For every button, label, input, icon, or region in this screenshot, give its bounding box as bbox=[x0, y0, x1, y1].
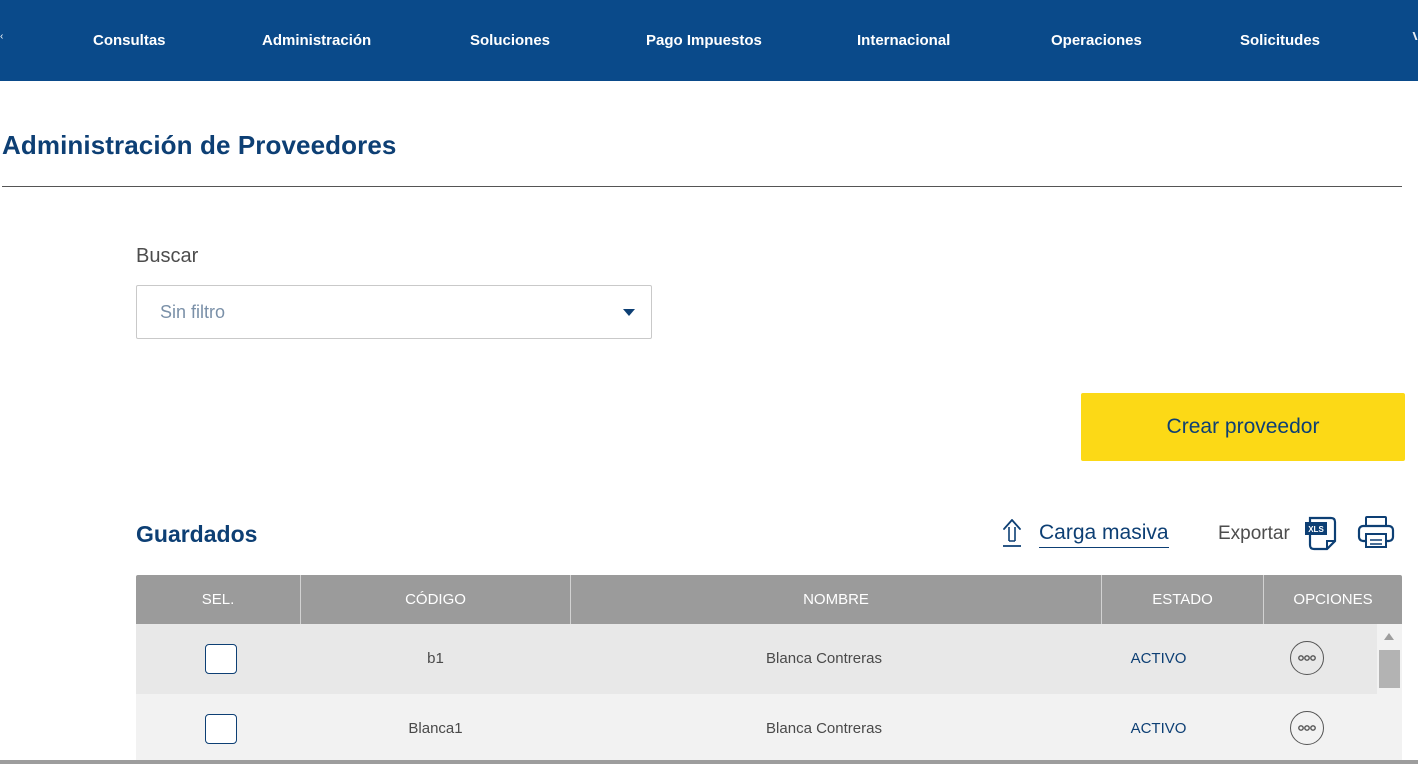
row-name: Blanca Contreras bbox=[766, 650, 882, 667]
saved-section-title: Guardados bbox=[136, 521, 258, 547]
nav-item-consultas[interactable]: Consultas bbox=[93, 30, 166, 52]
nav-item-pago-impuestos[interactable]: Pago Impuestos bbox=[646, 30, 762, 52]
scroll-up-arrow-icon[interactable] bbox=[1384, 633, 1394, 640]
row-status: ACTIVO bbox=[1130, 650, 1187, 667]
row-select-checkbox[interactable] bbox=[205, 714, 237, 744]
search-label: Buscar bbox=[136, 245, 199, 267]
more-options-icon bbox=[1298, 725, 1316, 731]
more-options-button[interactable] bbox=[1290, 641, 1324, 675]
chevron-down-icon bbox=[623, 309, 635, 316]
row-name: Blanca Contreras bbox=[766, 720, 882, 737]
scrollbar-thumb[interactable] bbox=[1379, 650, 1400, 688]
upload-arrow-icon[interactable] bbox=[1000, 517, 1024, 549]
nav-item-soluciones[interactable]: Soluciones bbox=[470, 30, 550, 52]
row-status: ACTIVO bbox=[1130, 720, 1187, 737]
row-code: Blanca1 bbox=[408, 720, 463, 737]
nav-scroll-right-icon[interactable] bbox=[1412, 32, 1418, 40]
more-options-button[interactable] bbox=[1290, 711, 1324, 745]
column-header-status: ESTADO bbox=[1152, 591, 1213, 608]
nav-item-operaciones[interactable]: Operaciones bbox=[1051, 30, 1142, 52]
column-header-name: NOMBRE bbox=[803, 591, 869, 608]
more-options-icon bbox=[1298, 655, 1316, 661]
nav-item-administracion[interactable]: Administración bbox=[262, 30, 371, 52]
xls-text: XLS bbox=[1308, 525, 1324, 534]
row-select-checkbox[interactable] bbox=[205, 644, 237, 674]
top-navigation: ‹ Consultas Administración Soluciones Pa… bbox=[0, 0, 1418, 81]
nav-item-solicitudes[interactable]: Solicitudes bbox=[1240, 30, 1320, 52]
column-header-options: OPCIONES bbox=[1293, 591, 1373, 608]
column-header-sel: SEL. bbox=[201, 591, 235, 608]
nav-item-internacional[interactable]: Internacional bbox=[857, 30, 950, 52]
create-supplier-button[interactable]: Crear proveedor bbox=[1081, 393, 1405, 461]
export-label: Exportar bbox=[1218, 523, 1290, 544]
window-bottom-edge bbox=[0, 760, 1418, 764]
nav-scroll-left-icon[interactable]: ‹ bbox=[0, 32, 3, 42]
page-title: Administración de Proveedores bbox=[2, 130, 397, 160]
table-header: SEL. CÓDIGO NOMBRE ESTADO OPCIONES bbox=[136, 575, 1402, 624]
search-filter-value: Sin filtro bbox=[160, 302, 226, 322]
search-filter-select[interactable]: Sin filtro bbox=[136, 285, 652, 339]
xls-file-icon[interactable]: XLS bbox=[1304, 515, 1338, 551]
table-row[interactable]: Blanca1 Blanca Contreras ACTIVO bbox=[136, 694, 1377, 764]
table-row[interactable]: b1 Blanca Contreras ACTIVO bbox=[136, 624, 1377, 694]
title-divider bbox=[2, 186, 1402, 187]
bulk-upload-link[interactable]: Carga masiva bbox=[1039, 519, 1169, 548]
table-scrollbar[interactable] bbox=[1377, 624, 1402, 764]
printer-icon[interactable] bbox=[1357, 515, 1395, 549]
column-header-code: CÓDIGO bbox=[405, 591, 466, 608]
row-code: b1 bbox=[427, 650, 444, 667]
